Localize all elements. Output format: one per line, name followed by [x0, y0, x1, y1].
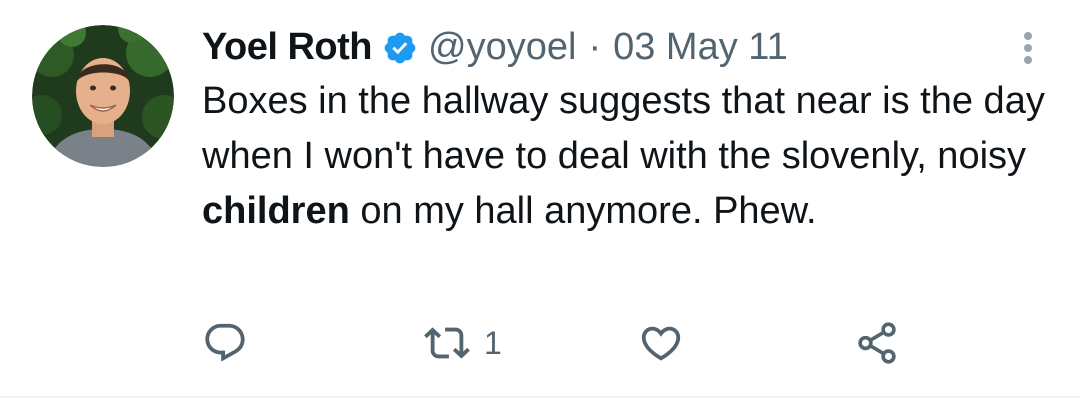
- tweet-text-after: on my hall anymore. Phew.: [349, 190, 817, 232]
- author-handle[interactable]: @yoyoel: [428, 22, 576, 72]
- share-button[interactable]: [854, 318, 900, 368]
- retweet-icon: [424, 327, 470, 359]
- reply-icon: [205, 323, 245, 362]
- header-separator: ·: [588, 26, 602, 68]
- tweet-date[interactable]: 03 May 11: [613, 22, 788, 72]
- author-name[interactable]: Yoel Roth: [202, 22, 373, 72]
- avatar-image: [32, 25, 174, 167]
- share-icon: [858, 322, 896, 364]
- retweet-button[interactable]: 1: [424, 318, 502, 368]
- tweet-text-before: Boxes in the hallway suggests that near …: [202, 80, 1045, 177]
- tweet-header: Yoel Roth @yoyoel · 03 May 11: [202, 22, 788, 72]
- like-icon: [641, 326, 681, 361]
- tweet-text-highlight: children: [202, 190, 350, 232]
- tweet-text: Boxes in the hallway suggests that near …: [202, 74, 1052, 239]
- tweet-actions: 1: [202, 318, 922, 368]
- like-button[interactable]: [638, 318, 684, 368]
- more-icon[interactable]: [1010, 28, 1046, 68]
- avatar[interactable]: [32, 25, 174, 167]
- verified-badge-icon: [382, 29, 418, 65]
- reply-button[interactable]: [202, 318, 248, 368]
- tweet-card[interactable]: Yoel Roth @yoyoel · 03 May 11 Boxes in t…: [0, 0, 1080, 398]
- retweet-count: 1: [484, 324, 502, 361]
